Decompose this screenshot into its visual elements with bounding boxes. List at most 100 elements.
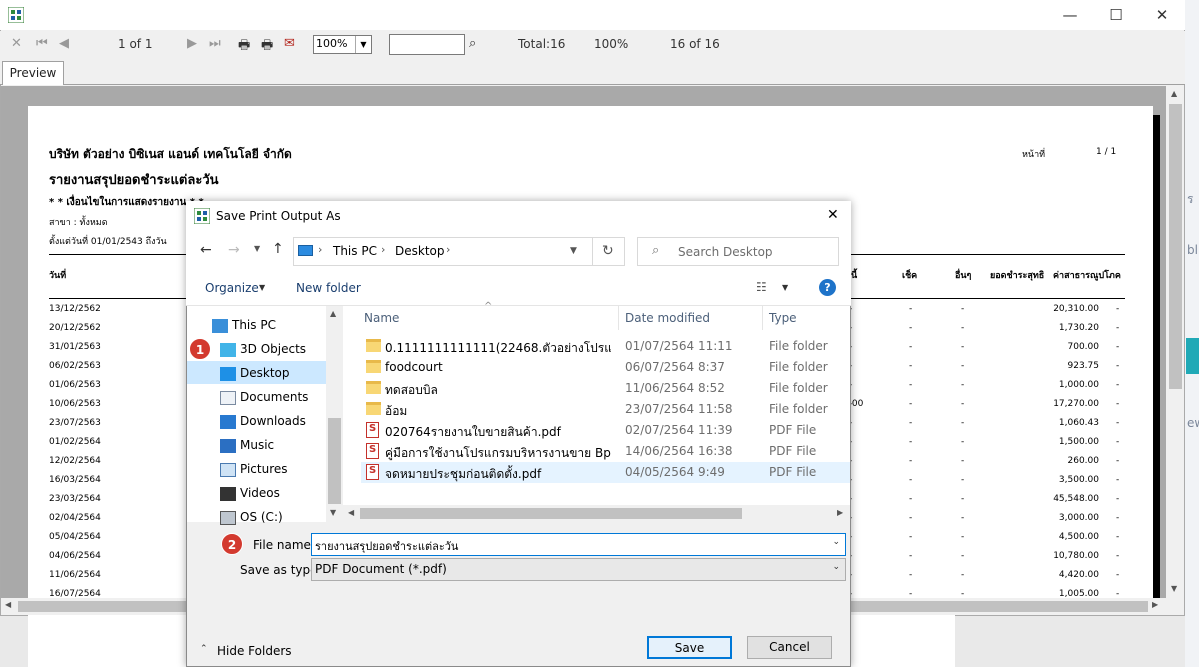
column-name[interactable]: Name <box>364 311 399 325</box>
print-setup-icon[interactable]: 🖶 <box>261 36 273 58</box>
up-icon[interactable]: ↑ <box>272 241 284 257</box>
chevron-right-icon: › <box>446 243 451 256</box>
search-input[interactable]: ⌕ Search Desktop <box>637 237 839 266</box>
save-button[interactable]: Save <box>647 636 732 659</box>
bg-text-fragment: bli <box>1187 243 1199 257</box>
close-icon[interactable]: ✕ <box>827 207 839 223</box>
row-dash: - <box>1116 304 1120 314</box>
file-row[interactable]: 020764รายงานใบขายสินค้า.pdf 02/07/2564 11… <box>361 420 850 441</box>
nav-scrollbar[interactable]: ▲ ▼ <box>326 306 343 522</box>
cancel-button[interactable]: Cancel <box>747 636 832 659</box>
row-dash: - <box>961 361 965 371</box>
row-dash: - <box>961 513 965 523</box>
print-icon[interactable]: 🖶 <box>238 36 250 58</box>
save-type-select[interactable]: PDF Document (*.pdf) ⌄ <box>311 558 846 581</box>
page-shadow <box>1153 115 1160 598</box>
forward-icon[interactable]: → <box>228 242 240 258</box>
3d-objects-icon <box>220 343 236 357</box>
breadcrumb-this-pc[interactable]: This PC <box>333 244 377 258</box>
row-dash: - <box>961 456 965 466</box>
refresh-icon: ↻ <box>602 243 614 259</box>
last-page-icon[interactable]: ⏭ <box>209 36 221 51</box>
row-amount: 1,500.00 <box>1058 437 1099 447</box>
nav-item[interactable]: Downloads <box>240 414 306 428</box>
close-window-button[interactable]: ✕ <box>1139 0 1185 30</box>
nav-item[interactable]: This PC <box>232 318 276 332</box>
row-dash: - <box>909 551 913 561</box>
file-row[interactable]: 0.1111111111111(22468.ตัวอย่างโปรแกรม อ๊… <box>361 336 850 357</box>
tab-preview[interactable]: Preview <box>2 61 64 85</box>
row-dash: - <box>909 437 913 447</box>
row-date: 06/02/2563 <box>49 361 101 371</box>
file-row[interactable]: อ้อม 23/07/2564 11:58 File folder <box>361 399 850 420</box>
row-date: 23/03/2564 <box>49 494 101 504</box>
zoom-select[interactable]: 100% ▼ <box>313 35 372 54</box>
first-page-icon[interactable]: ⏮ <box>36 36 48 51</box>
row-date: 23/07/2563 <box>49 418 101 428</box>
col-other: นี้ <box>851 271 858 281</box>
new-folder-button[interactable]: New folder <box>296 281 361 295</box>
scroll-down-icon[interactable]: ▼ <box>330 508 336 517</box>
nav-item[interactable]: Videos <box>240 486 280 500</box>
file-row[interactable]: ทดสอบบิล 11/06/2564 8:52 File folder <box>361 378 850 399</box>
row-dash: - <box>1116 437 1120 447</box>
nav-item[interactable]: Desktop <box>240 366 290 380</box>
chevron-down-icon[interactable]: ▼ <box>570 246 577 256</box>
prev-page-icon[interactable]: ◀ <box>59 36 69 51</box>
row-dash: - <box>961 475 965 485</box>
sort-up-icon: ^ <box>484 301 493 312</box>
page-counter: 1 of 1 <box>118 37 153 51</box>
chevron-down-icon[interactable]: ⌄ <box>832 537 840 547</box>
back-icon[interactable]: ← <box>200 242 212 258</box>
search-placeholder: Search Desktop <box>678 245 773 259</box>
chevron-down-icon[interactable]: ▼ <box>782 283 788 292</box>
file-hscroll-thumb[interactable] <box>360 508 742 519</box>
scroll-down-icon[interactable]: ▼ <box>1171 584 1177 593</box>
chevron-down-icon: ▼ <box>355 36 371 53</box>
row-dash: - <box>961 532 965 542</box>
nav-item[interactable]: Pictures <box>240 462 288 476</box>
nav-item[interactable]: 3D Objects <box>240 342 306 356</box>
scroll-right-icon[interactable]: ▶ <box>1152 600 1158 609</box>
file-hscrollbar[interactable]: ◀ ▶ <box>343 505 850 522</box>
file-name-input[interactable]: รายงานสรุปยอดชำระแต่ละวัน ⌄ <box>311 533 846 556</box>
row-amount: 1,000.00 <box>1058 380 1099 390</box>
scroll-up-icon[interactable]: ▲ <box>330 309 336 318</box>
nav-item[interactable]: OS (C:) <box>240 510 283 524</box>
refresh-button[interactable]: ↻ <box>592 237 625 266</box>
next-page-icon[interactable]: ▶ <box>187 36 197 51</box>
breadcrumb-desktop[interactable]: Desktop <box>395 244 445 258</box>
scroll-up-icon[interactable]: ▲ <box>1171 89 1177 98</box>
file-row[interactable]: คู่มือการใช้งานโปรแกรมบริหารงานขาย Bplus… <box>361 441 850 462</box>
maximize-button[interactable]: ☐ <box>1093 0 1139 30</box>
file-row[interactable]: foodcourt 06/07/2564 8:37 File folder <box>361 357 850 378</box>
vertical-scroll-thumb[interactable] <box>1169 104 1182 389</box>
chevron-up-icon[interactable]: ⌃ <box>200 644 208 654</box>
view-options-icon[interactable]: ☷ <box>756 280 767 294</box>
col-misc: อื่นๆ <box>955 271 972 281</box>
find-icon[interactable]: ⌕ <box>469 36 476 51</box>
scroll-right-icon[interactable]: ▶ <box>837 508 843 517</box>
nav-item[interactable]: Documents <box>240 390 308 404</box>
file-name: ทดสอบบิล <box>385 383 438 397</box>
row-amount: 17,270.00 <box>1053 399 1099 409</box>
nav-item[interactable]: Music <box>240 438 274 452</box>
find-text-input[interactable] <box>389 34 465 55</box>
file-name-label: File name: <box>253 538 315 552</box>
recent-locations-icon[interactable]: ▼ <box>254 244 260 253</box>
hide-folders-button[interactable]: Hide Folders <box>217 644 292 658</box>
nav-scroll-thumb[interactable] <box>328 418 341 504</box>
organize-button[interactable]: Organize <box>205 281 259 295</box>
file-row[interactable]: จดหมายประชุมก่อนติดตั้ง.pdf 04/05/2564 9:… <box>361 462 850 483</box>
address-bar[interactable]: › This PC › Desktop › ▼ <box>293 237 593 266</box>
minimize-button[interactable]: — <box>1047 0 1093 30</box>
scroll-left-icon[interactable]: ◀ <box>348 508 354 517</box>
help-icon[interactable]: ? <box>819 279 836 296</box>
scroll-left-icon[interactable]: ◀ <box>5 600 11 609</box>
row-date: 01/06/2563 <box>49 380 101 390</box>
column-date[interactable]: Date modified <box>625 311 710 325</box>
pdf-icon <box>366 464 379 480</box>
column-type[interactable]: Type <box>769 311 797 325</box>
export-icon[interactable]: ✉ <box>284 36 295 51</box>
close-report-icon[interactable]: ✕ <box>11 36 22 51</box>
